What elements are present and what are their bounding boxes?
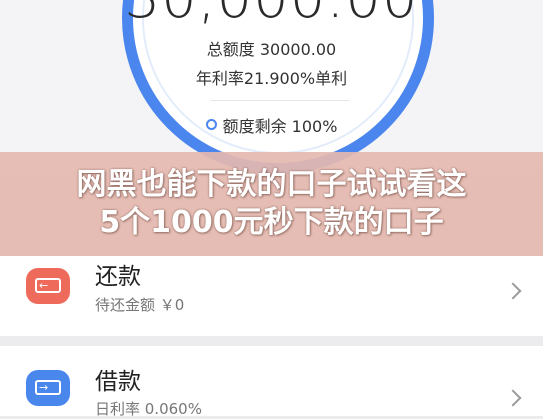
borrow-row[interactable]: → 借款 日利率 0.060% (0, 346, 543, 418)
banner-line-1: 网黑也能下款的口子试试看这 (76, 167, 467, 202)
total-quota-text: 总额度 30000.00 (206, 40, 337, 59)
divider (210, 100, 350, 101)
repay-card-icon: ← (26, 268, 70, 304)
borrow-title: 借款 (95, 369, 141, 395)
arrow-left-icon: ← (39, 279, 49, 292)
banner-line-2: 5个1000元秒下款的口子 (99, 205, 444, 240)
chevron-right-icon (504, 389, 522, 407)
repay-amount: 待还金额 ￥0 (95, 296, 185, 314)
borrow-card-icon: → (26, 370, 70, 406)
arrow-right-icon: → (39, 381, 49, 394)
remaining-quota-text: 额度剩余 100% (222, 117, 338, 136)
status-dot-icon (205, 119, 217, 130)
chevron-right-icon (504, 282, 522, 300)
quota-panel: 30,000.00 总额度 30000.00 年利率21.900%单利 额度剩余… (0, 0, 543, 174)
watermark-banner: 网黑也能下款的口子试试看这 5个1000元秒下款的口子 (0, 152, 543, 256)
quota-amount: 30,000.00 (0, 0, 543, 31)
remaining-quota: 额度剩余 100% (0, 113, 543, 137)
interest-rate-text: 年利率21.900%单利 (195, 69, 348, 88)
borrow-rate: 日利率 0.060% (95, 400, 202, 418)
repay-title: 还款 (95, 264, 141, 290)
repay-row[interactable]: ← 还款 待还金额 ￥0 (0, 256, 543, 336)
